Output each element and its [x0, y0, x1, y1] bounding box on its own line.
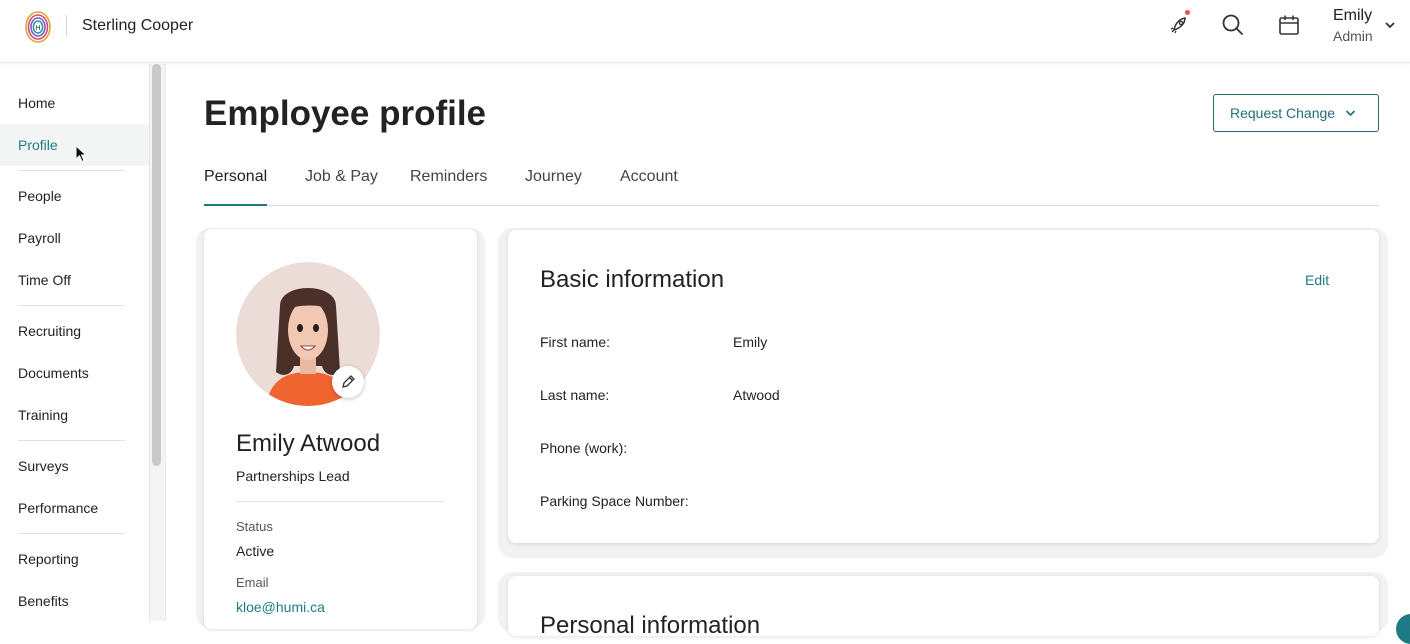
last-name-label: Last name: — [540, 387, 610, 403]
sidebar-item-documents[interactable]: Documents — [0, 352, 149, 394]
tab-reminders[interactable]: Reminders — [410, 168, 487, 206]
sidebar-item-surveys[interactable]: Surveys — [0, 445, 149, 487]
svg-text:H: H — [35, 25, 40, 32]
sidebar-item-training[interactable]: Training — [0, 394, 149, 436]
last-name-value: Atwood — [733, 387, 780, 403]
sidebar-divider — [18, 170, 125, 171]
parking-space-label: Parking Space Number: — [540, 493, 689, 509]
search-icon[interactable] — [1220, 12, 1246, 38]
user-name[interactable]: Emily — [1333, 7, 1372, 25]
notification-dot — [1185, 10, 1190, 15]
pencil-icon — [342, 375, 355, 388]
personal-info-title: Personal information — [540, 612, 761, 636]
sidebar-scrollbar-thumb[interactable] — [152, 64, 161, 466]
first-name-value: Emily — [733, 334, 768, 350]
tab-journey[interactable]: Journey — [525, 168, 582, 206]
phone-work-label: Phone (work): — [540, 440, 628, 456]
tab-personal[interactable]: Personal — [204, 168, 268, 206]
help-chat-button[interactable] — [1396, 614, 1410, 644]
profile-tabs: Personal Job & Pay Reminders Journey Acc… — [204, 164, 1379, 206]
employee-job-title: Partnerships Lead — [236, 468, 350, 484]
sidebar-item-performance[interactable]: Performance — [0, 487, 149, 529]
first-name-label: First name: — [540, 334, 611, 350]
sidebar-divider — [18, 533, 125, 534]
rocket-icon[interactable] — [1166, 12, 1192, 38]
tab-job-pay[interactable]: Job & Pay — [305, 168, 378, 206]
top-bar: H Sterling Cooper Emily Admin — [0, 0, 1410, 63]
sidebar-item-benefits[interactable]: Benefits — [0, 580, 149, 622]
profile-divider — [236, 501, 444, 502]
status-label: Status — [236, 519, 273, 534]
email-label: Email — [236, 575, 269, 590]
mouse-cursor-icon — [75, 145, 87, 163]
sidebar-item-people[interactable]: People — [0, 175, 149, 217]
logo-icon[interactable]: H — [24, 10, 52, 44]
sidebar-item-home[interactable]: Home — [0, 82, 149, 124]
sidebar-item-payroll[interactable]: Payroll — [0, 217, 149, 259]
employee-name: Emily Atwood — [236, 430, 381, 457]
status-value: Active — [236, 543, 275, 559]
logo-divider — [66, 15, 67, 37]
chevron-down-icon[interactable] — [1384, 20, 1396, 30]
personal-info-card: Personal information — [508, 576, 1379, 636]
calendar-icon[interactable] — [1276, 12, 1302, 38]
chevron-down-icon[interactable] — [1345, 109, 1356, 117]
sidebar-divider — [18, 305, 125, 306]
tab-account[interactable]: Account — [620, 168, 678, 206]
sidebar-item-recruiting[interactable]: Recruiting — [0, 310, 149, 352]
sidebar-item-reporting[interactable]: Reporting — [0, 538, 149, 580]
sidebar-item-time-off[interactable]: Time Off — [0, 259, 149, 301]
avatar-edit-button[interactable] — [332, 366, 364, 398]
company-name: Sterling Cooper — [82, 17, 194, 34]
page-title: Employee profile — [204, 94, 487, 133]
basic-info-title: Basic information — [540, 266, 725, 293]
email-link[interactable]: kloe@humi.ca — [236, 599, 325, 615]
sidebar-divider — [18, 440, 125, 441]
user-role: Admin — [1333, 28, 1373, 44]
edit-basic-info-link[interactable]: Edit — [1305, 272, 1329, 288]
